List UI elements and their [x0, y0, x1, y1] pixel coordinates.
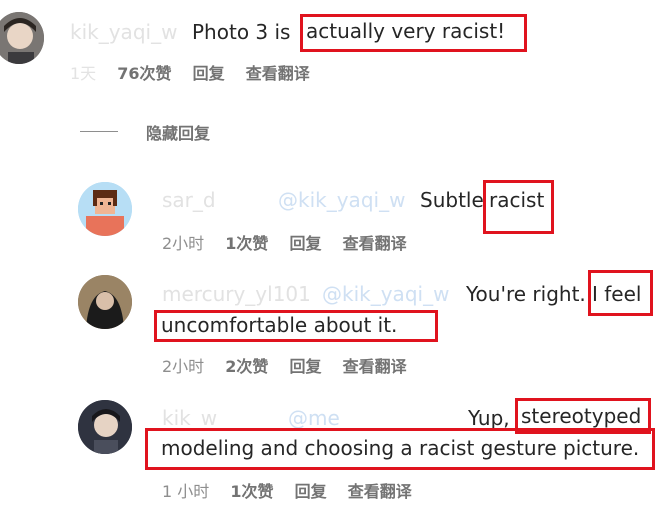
- hide-replies-button[interactable]: 隐藏回复: [146, 120, 210, 144]
- avatar-mercury-yl101[interactable]: [78, 275, 132, 329]
- reply-username[interactable]: sar_d: [162, 188, 216, 212]
- avatar-sar-d[interactable]: [78, 182, 132, 236]
- comment-username[interactable]: kik_yaqi_w: [70, 20, 177, 44]
- user-photo-icon: [0, 12, 44, 64]
- comment-text: Photo 3 is: [192, 20, 291, 44]
- reply-text: Subtle: [420, 188, 484, 212]
- reply-username[interactable]: mercury_yl101: [162, 282, 311, 306]
- reply-time: 1 小时: [162, 482, 210, 501]
- comment-reply-button[interactable]: 回复: [193, 64, 225, 83]
- reply-translate-link[interactable]: 查看翻译: [343, 357, 407, 376]
- cartoon-avatar-icon: [78, 182, 132, 236]
- reply-translate-link[interactable]: 查看翻译: [343, 234, 407, 253]
- comment-meta: 1天 76次赞 回复 查看翻译: [70, 60, 310, 84]
- reply-time: 2小时: [162, 357, 205, 376]
- comment-highlight: actually very racist!: [306, 19, 506, 43]
- reply-meta: 2小时 2次赞 回复 查看翻译: [162, 353, 407, 377]
- user-photo-icon: [78, 400, 132, 454]
- reply-likes[interactable]: 1次赞: [225, 234, 268, 253]
- reply-highlight: I feel: [592, 282, 642, 306]
- reply-likes[interactable]: 2次赞: [225, 357, 268, 376]
- hide-replies-divider: [80, 131, 118, 132]
- comment-translate-link[interactable]: 查看翻译: [246, 64, 310, 83]
- user-photo-icon: [78, 275, 132, 329]
- reply-mention[interactable]: @kik_yaqi_w: [278, 188, 405, 212]
- reply-username[interactable]: kik_w: [162, 406, 217, 430]
- reply-highlight: stereotyped: [521, 404, 642, 428]
- reply-meta: 1 小时 1次赞 回复 查看翻译: [162, 478, 412, 502]
- avatar-kik-w[interactable]: [78, 400, 132, 454]
- reply-highlight: racist: [489, 188, 545, 212]
- reply-highlight: uncomfortable about it.: [161, 313, 398, 337]
- reply-mention[interactable]: @kik_yaqi_w: [322, 282, 449, 306]
- reply-text: Yup,: [468, 406, 510, 430]
- reply-likes[interactable]: 1次赞: [230, 482, 273, 501]
- reply-translate-link[interactable]: 查看翻译: [348, 482, 412, 501]
- comment-time: 1天: [70, 64, 97, 83]
- reply-reply-button[interactable]: 回复: [290, 234, 322, 253]
- reply-text: You're right.: [466, 282, 586, 306]
- comment-likes[interactable]: 76次赞: [117, 64, 171, 83]
- reply-highlight: modeling and choosing a racist gesture p…: [161, 436, 640, 460]
- reply-reply-button[interactable]: 回复: [295, 482, 327, 501]
- avatar-kik-yaqi-w[interactable]: [0, 12, 44, 64]
- reply-time: 2小时: [162, 234, 205, 253]
- reply-reply-button[interactable]: 回复: [290, 357, 322, 376]
- reply-mention[interactable]: @me: [288, 406, 340, 430]
- reply-meta: 2小时 1次赞 回复 查看翻译: [162, 230, 407, 254]
